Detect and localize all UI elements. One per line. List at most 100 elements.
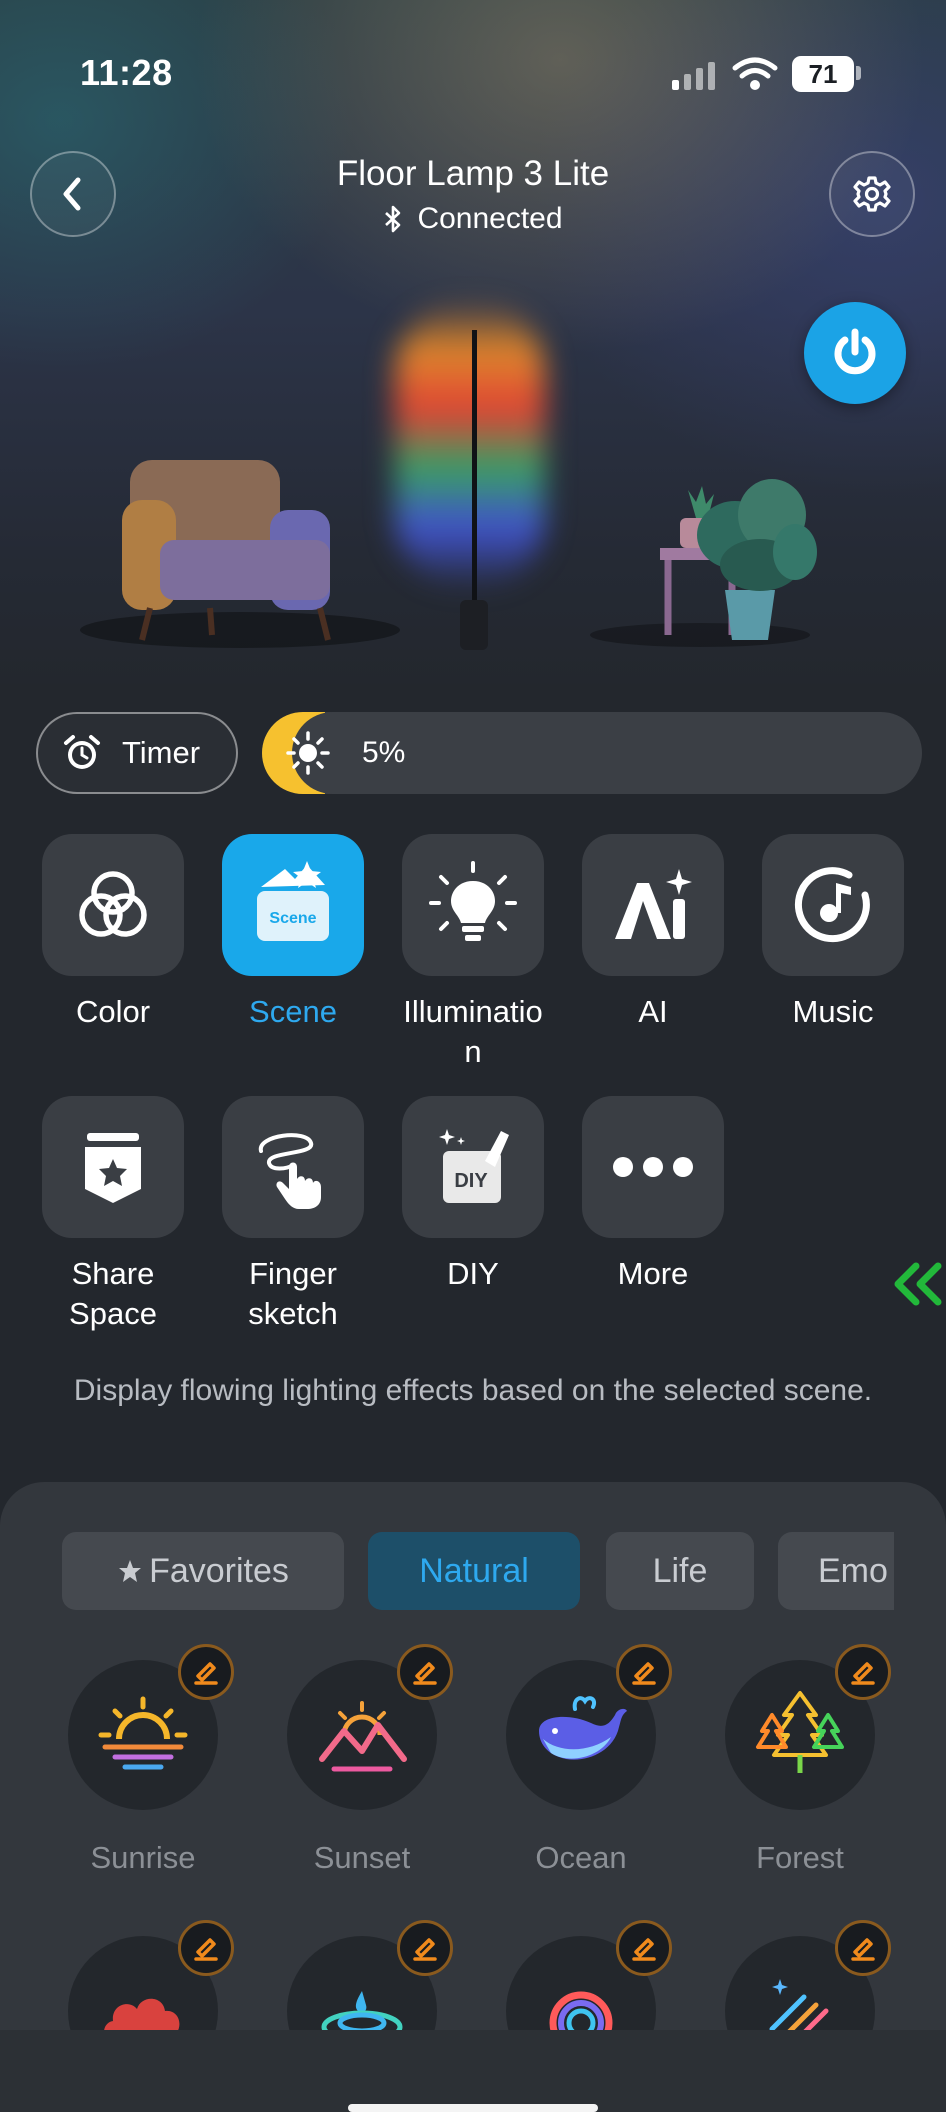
home-indicator[interactable]: [348, 2104, 598, 2112]
connection-label: Connected: [417, 202, 563, 235]
timer-label: Timer: [122, 735, 201, 770]
timer-button[interactable]: Timer: [36, 712, 238, 794]
mode-label: AI: [638, 994, 668, 1029]
more-icon: [613, 1157, 693, 1177]
mode-label: More: [617, 1256, 689, 1291]
whale-icon: [539, 1696, 627, 1760]
scene-item-ocean[interactable]: Ocean: [506, 1644, 672, 1876]
mode-tile: [42, 1096, 184, 1238]
cellular-signal-icon: [672, 62, 715, 90]
mode-more[interactable]: More: [582, 1096, 724, 1294]
connection-status: Connected: [0, 202, 946, 236]
mode-tile: [402, 834, 544, 976]
tab-favorites[interactable]: Favorites: [62, 1532, 344, 1610]
mode-tile: [222, 1096, 364, 1238]
edit-icon: [851, 1938, 875, 1961]
bluetooth-icon: [385, 205, 401, 233]
scene-category-tabs: Favorites Natural Life Emo: [62, 1532, 894, 1610]
gear-icon: [853, 176, 891, 212]
tab-emo[interactable]: Emo: [778, 1532, 894, 1610]
share-space-icon: [85, 1133, 141, 1203]
mode-label: Finger sketch: [248, 1256, 338, 1331]
mode-tile: [762, 834, 904, 976]
edit-scene-button[interactable]: [616, 1920, 672, 1976]
mode-finger-sketch[interactable]: Finger sketch: [222, 1096, 364, 1334]
bottom-bar: [0, 2030, 946, 2112]
battery-tip: [856, 66, 861, 80]
mode-label: DIY: [447, 1256, 499, 1291]
forest-icon: [756, 1691, 844, 1773]
alarm-clock-icon: [64, 735, 100, 769]
mode-label: Illuminatio n: [403, 994, 543, 1069]
edit-icon: [194, 1938, 218, 1961]
edit-icon: [632, 1938, 656, 1961]
scene-circle: [287, 1644, 453, 1810]
edit-icon: [413, 1938, 437, 1961]
potted-plant: [697, 479, 817, 640]
sunrise-icon: [98, 1696, 188, 1770]
mode-tile: [582, 834, 724, 976]
mode-tile: DIY: [402, 1096, 544, 1238]
scene-label: Ocean: [535, 1840, 627, 1875]
double-chevron-left-icon[interactable]: [890, 1260, 946, 1308]
settings-button[interactable]: [829, 151, 915, 237]
scene-item-sunset[interactable]: Sunset: [287, 1644, 453, 1876]
floor-lamp: [460, 330, 488, 650]
mode-label: Share Space: [69, 1256, 157, 1331]
edit-scene-button[interactable]: [616, 1644, 672, 1700]
tab-label: Life: [652, 1551, 708, 1590]
tab-natural[interactable]: Natural: [368, 1532, 580, 1610]
status-time: 11:28: [80, 52, 173, 93]
scene-label: Forest: [756, 1840, 844, 1875]
scene-label: Sunset: [313, 1840, 411, 1875]
mode-label: Color: [75, 994, 151, 1029]
mode-diy[interactable]: DIY DIY: [402, 1096, 544, 1294]
mode-share-space[interactable]: Share Space: [42, 1096, 184, 1334]
diy-icon: DIY: [439, 1129, 509, 1203]
mode-description: Display flowing lighting effects based o…: [73, 1374, 873, 1407]
wifi-icon: [732, 57, 778, 90]
mode-label: Music: [792, 994, 874, 1029]
tab-label: Emo: [818, 1551, 888, 1590]
scene-icon-text: Scene: [269, 910, 316, 927]
mode-tile: Scene: [222, 834, 364, 976]
diy-icon-text: DIY: [454, 1170, 488, 1192]
edit-scene-button[interactable]: [178, 1920, 234, 1976]
scene-label: Sunrise: [90, 1840, 196, 1875]
tab-life[interactable]: Life: [606, 1532, 754, 1610]
scene-circle: [68, 1644, 234, 1810]
color-circles-icon: [79, 871, 147, 937]
edit-scene-button[interactable]: [835, 1920, 891, 1976]
mode-ai[interactable]: AI: [582, 834, 724, 1032]
scene-circle: [725, 1644, 891, 1810]
edit-scene-button[interactable]: [835, 1644, 891, 1700]
music-icon: [794, 867, 870, 943]
finger-sketch-icon: [258, 1133, 321, 1209]
bulb-icon: [429, 861, 517, 941]
mode-tile: [42, 834, 184, 976]
edit-icon: [632, 1662, 656, 1685]
edit-scene-button[interactable]: [397, 1920, 453, 1976]
brightness-slider[interactable]: 5%: [262, 712, 922, 794]
battery-indicator: 71: [792, 56, 854, 92]
sun-icon: [286, 731, 330, 775]
mode-scene[interactable]: Scene Scene: [222, 834, 364, 1032]
mode-illumination[interactable]: Illuminatio n: [402, 834, 544, 1072]
scene-item-forest[interactable]: Forest: [725, 1644, 891, 1876]
mode-color[interactable]: Color: [42, 834, 184, 1032]
tab-label: Natural: [419, 1551, 529, 1590]
edit-icon: [194, 1662, 218, 1685]
room-illustration: [80, 330, 817, 650]
edit-scene-button[interactable]: [397, 1644, 453, 1700]
ai-icon: [615, 869, 692, 939]
edit-icon: [413, 1662, 437, 1685]
star-icon: [119, 1560, 142, 1582]
scene-icon: Scene: [257, 861, 329, 941]
tab-label: Favorites: [149, 1551, 289, 1590]
mode-music[interactable]: Music: [762, 834, 904, 1032]
mode-label: Scene: [249, 994, 337, 1029]
scene-circle: [506, 1644, 672, 1810]
scene-item-sunrise[interactable]: Sunrise: [68, 1644, 234, 1876]
edit-scene-button[interactable]: [178, 1644, 234, 1700]
brightness-value: 5%: [362, 736, 406, 769]
